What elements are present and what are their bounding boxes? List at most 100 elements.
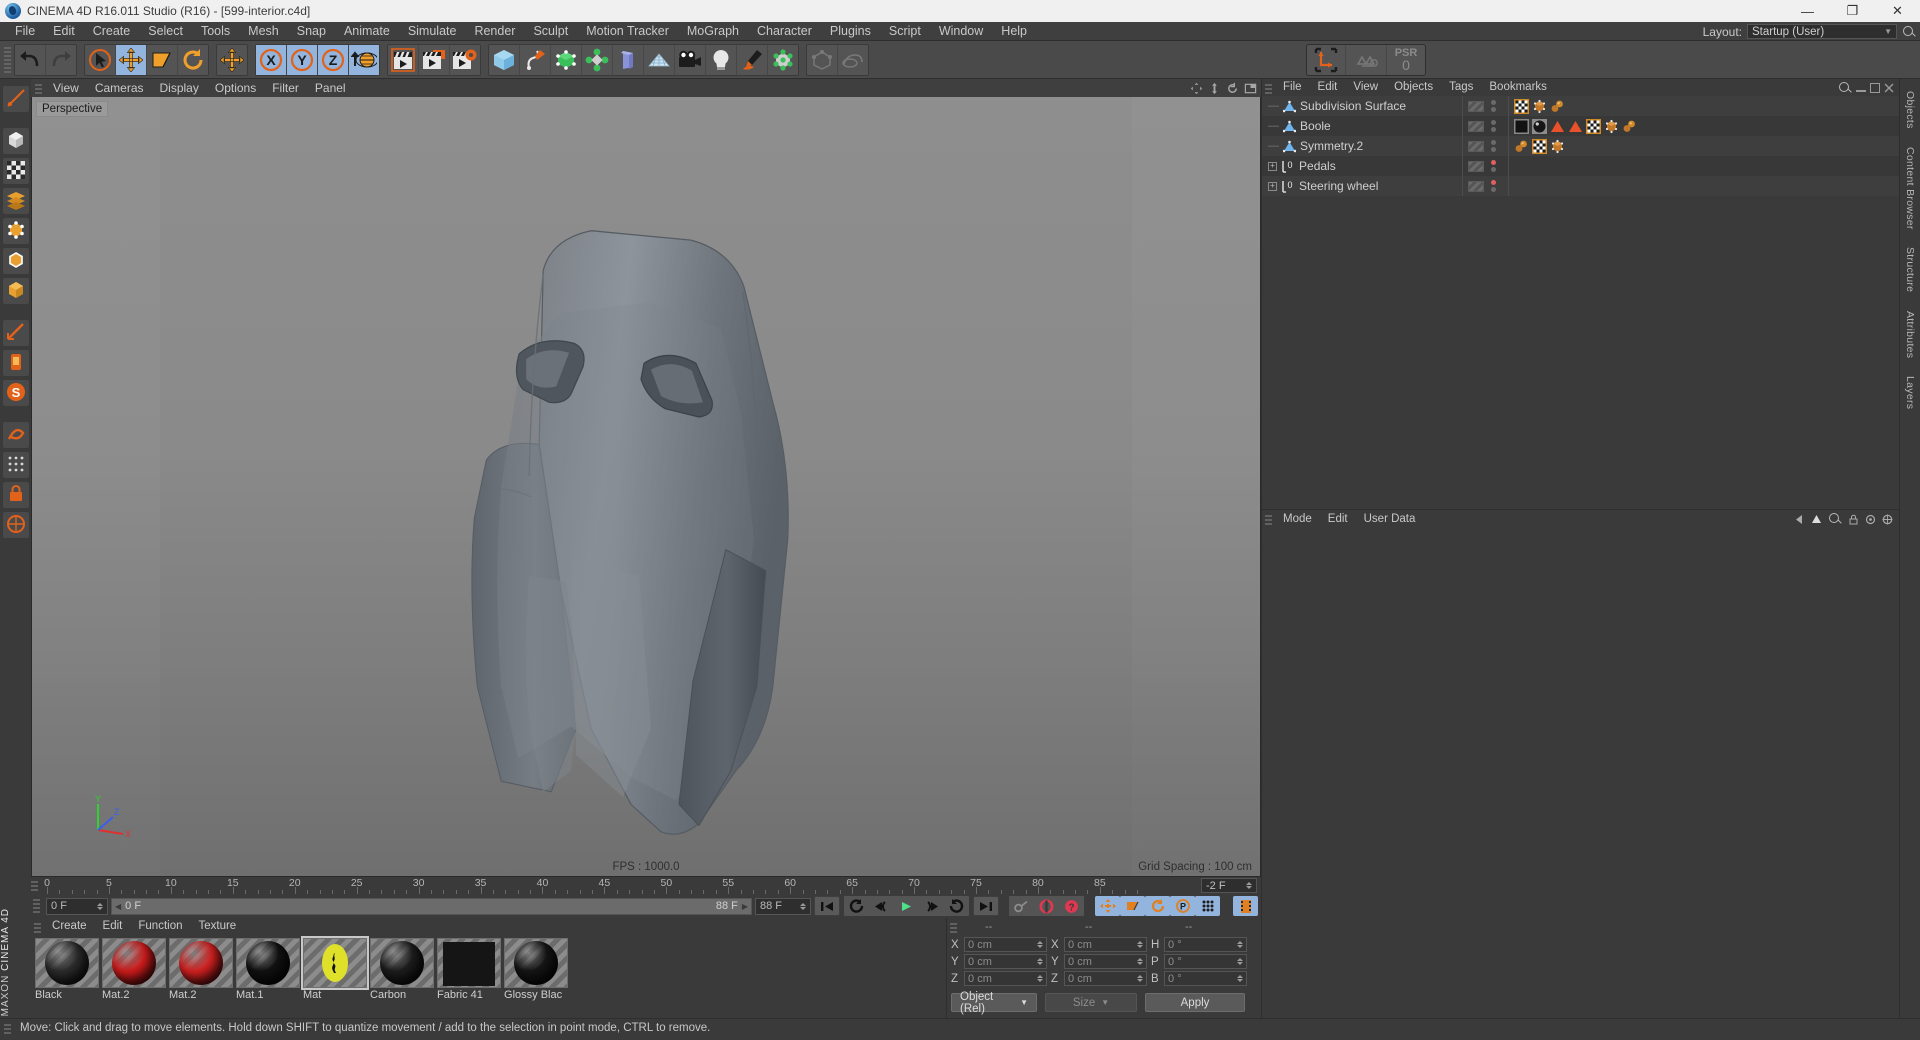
- mesh-edit-button[interactable]: [807, 45, 837, 75]
- object-name-cell[interactable]: +0 Steering wheel: [1262, 179, 1462, 193]
- search-icon[interactable]: [1902, 25, 1916, 39]
- range-left-arrow-icon[interactable]: ◀: [115, 902, 121, 911]
- menu-motion-tracker[interactable]: Motion Tracker: [577, 22, 678, 41]
- texture-mode-tool[interactable]: [1, 157, 30, 185]
- spinner-icon[interactable]: [1237, 941, 1244, 948]
- step-forward-button[interactable]: [919, 896, 944, 916]
- viewport-grip[interactable]: [35, 81, 43, 95]
- material-grip[interactable]: [34, 920, 42, 933]
- search-icon[interactable]: [1828, 512, 1842, 526]
- add-spline-button[interactable]: [520, 45, 550, 75]
- rotation-field[interactable]: 0 °: [1164, 937, 1248, 952]
- object-name-cell[interactable]: +0 Pedals: [1262, 159, 1462, 173]
- menu-simulate[interactable]: Simulate: [399, 22, 466, 41]
- record-active-objects-button[interactable]: [1034, 896, 1059, 916]
- material-thumbnail[interactable]: [370, 938, 435, 988]
- object-menu-bookmarks[interactable]: Bookmarks: [1481, 79, 1555, 96]
- position-key-toggle[interactable]: [1095, 896, 1121, 916]
- lock-x-axis-button[interactable]: X: [256, 44, 286, 75]
- checker-texture-tag[interactable]: [1586, 118, 1602, 134]
- viewport-menu-options[interactable]: Options: [207, 79, 264, 97]
- menu-mograph[interactable]: MoGraph: [678, 22, 748, 41]
- editor-visibility-dot[interactable]: [1491, 140, 1497, 145]
- menu-snap[interactable]: Snap: [288, 22, 335, 41]
- go-to-start-button[interactable]: [814, 896, 841, 916]
- spinner-icon[interactable]: [800, 902, 807, 910]
- object-menu-edit[interactable]: Edit: [1310, 79, 1346, 96]
- menu-script[interactable]: Script: [880, 22, 930, 41]
- material-menu-texture[interactable]: Texture: [190, 918, 244, 935]
- point-mode-tool[interactable]: [1, 217, 30, 245]
- material-menu-create[interactable]: Create: [44, 918, 95, 935]
- side-tab-layers[interactable]: Layers: [1904, 370, 1916, 415]
- rotate-tool[interactable]: [178, 45, 208, 75]
- viewport-menu-display[interactable]: Display: [152, 79, 207, 97]
- polygon-mode-tool[interactable]: [1, 187, 30, 215]
- spinner-icon[interactable]: [1237, 958, 1244, 965]
- recycle-icon[interactable]: [1346, 45, 1386, 75]
- add-cube-button[interactable]: [489, 45, 519, 75]
- lock-tool[interactable]: [1, 481, 30, 509]
- viewport-menu-panel[interactable]: Panel: [307, 79, 354, 97]
- menu-render[interactable]: Render: [465, 22, 524, 41]
- object-name-cell[interactable]: — Symmetry.2: [1262, 139, 1462, 153]
- add-scene-object-button[interactable]: [644, 45, 674, 75]
- coordinates-grip[interactable]: [950, 920, 958, 933]
- position-field[interactable]: 0 cm: [964, 954, 1048, 969]
- visibility-toggle[interactable]: [1468, 100, 1485, 112]
- rotation-key-toggle[interactable]: [1145, 896, 1171, 916]
- point-level-animation-toggle[interactable]: [1195, 896, 1221, 916]
- model-mode-tool[interactable]: [1, 127, 30, 155]
- enable-axis-tool[interactable]: [1, 421, 30, 449]
- rotate-view-icon[interactable]: [1226, 82, 1239, 95]
- object-row[interactable]: +0 Steering wheel: [1262, 176, 1899, 196]
- menu-animate[interactable]: Animate: [335, 22, 399, 41]
- car-seat-model[interactable]: [32, 97, 1260, 876]
- autokey-button[interactable]: [1009, 896, 1034, 916]
- object-mode-tool[interactable]: [1, 277, 30, 305]
- coordinate-size-dropdown[interactable]: Size ▼: [1045, 993, 1138, 1012]
- open-timeline-button[interactable]: [1233, 896, 1259, 916]
- black-texture-tag[interactable]: [1514, 118, 1530, 134]
- spinner-icon[interactable]: [1037, 958, 1044, 965]
- menu-tools[interactable]: Tools: [192, 22, 239, 41]
- menu-edit[interactable]: Edit: [44, 22, 84, 41]
- visibility-toggle[interactable]: [1468, 120, 1485, 132]
- menu-create[interactable]: Create: [84, 22, 140, 41]
- add-generator-button[interactable]: [551, 45, 581, 75]
- material-thumbnail[interactable]: [35, 938, 100, 988]
- scale-view-icon[interactable]: [1208, 82, 1221, 95]
- render-visibility-dot[interactable]: [1491, 127, 1497, 132]
- brown-object-tag[interactable]: [1532, 99, 1547, 114]
- object-menu-file[interactable]: File: [1275, 79, 1310, 96]
- enable-snap-tool[interactable]: [1, 451, 30, 479]
- red-triangle-tag[interactable]: [1568, 119, 1583, 134]
- param-key-toggle[interactable]: P: [1170, 896, 1196, 916]
- red-triangle-tag[interactable]: [1550, 119, 1565, 134]
- material-item[interactable]: Mat: [301, 936, 370, 1001]
- minimize-panel-icon[interactable]: [1855, 83, 1866, 93]
- timeline-ruler-grip[interactable]: [31, 879, 39, 892]
- material-thumbnail[interactable]: [301, 936, 370, 990]
- workplane-tool[interactable]: [1, 349, 30, 377]
- current-frame-field[interactable]: 0 F: [46, 897, 109, 915]
- left-arrow-icon[interactable]: [1794, 514, 1805, 525]
- ruler-tool[interactable]: [1, 319, 30, 347]
- editor-visibility-dot[interactable]: [1491, 120, 1497, 125]
- maximize-panel-icon[interactable]: [1869, 82, 1880, 93]
- spinner-icon[interactable]: [1137, 975, 1144, 982]
- visibility-toggle[interactable]: [1468, 180, 1485, 192]
- search-icon[interactable]: [1838, 81, 1852, 95]
- play-button[interactable]: [894, 896, 919, 916]
- menu-select[interactable]: Select: [139, 22, 192, 41]
- lock-y-axis-button[interactable]: Y: [287, 44, 317, 75]
- position-field[interactable]: 0 cm: [964, 971, 1048, 986]
- s-snap-tool[interactable]: S: [1, 379, 30, 407]
- material-item[interactable]: Fabric 41: [437, 938, 502, 1001]
- side-tab-attributes[interactable]: Attributes: [1904, 305, 1916, 364]
- expand-icon[interactable]: +: [1268, 181, 1278, 191]
- timeline-end-field[interactable]: -2 F: [1201, 878, 1258, 893]
- minimize-button[interactable]: —: [1785, 0, 1830, 22]
- rotation-field[interactable]: 0 °: [1164, 954, 1248, 969]
- prev-key-button[interactable]: [844, 896, 869, 916]
